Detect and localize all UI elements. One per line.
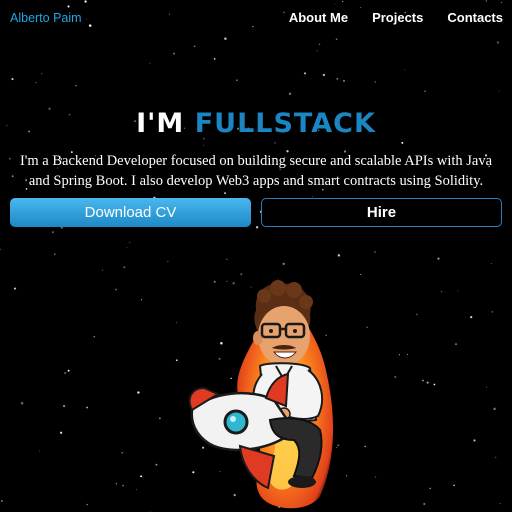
star bbox=[440, 290, 443, 293]
download-cv-button[interactable]: Download CV bbox=[10, 198, 251, 227]
headline-prefix: I'M bbox=[136, 108, 185, 139]
star bbox=[129, 242, 131, 244]
developer-riding-rocket-icon bbox=[188, 278, 334, 509]
star bbox=[64, 371, 67, 375]
star bbox=[394, 375, 397, 379]
nav-link-projects[interactable]: Projects bbox=[372, 10, 423, 25]
star bbox=[495, 456, 497, 459]
star bbox=[86, 406, 89, 409]
star bbox=[303, 72, 307, 75]
star bbox=[86, 503, 88, 506]
star bbox=[59, 431, 63, 434]
star bbox=[416, 313, 418, 316]
star bbox=[122, 485, 124, 487]
star bbox=[203, 144, 205, 146]
star bbox=[433, 383, 436, 386]
star bbox=[429, 487, 431, 490]
star bbox=[496, 41, 500, 44]
star bbox=[155, 463, 158, 466]
star bbox=[35, 82, 37, 84]
star bbox=[167, 260, 169, 262]
star bbox=[75, 85, 77, 87]
nav-links: About Me Projects Contacts bbox=[289, 10, 503, 25]
star bbox=[41, 73, 43, 75]
star bbox=[54, 253, 56, 255]
star bbox=[375, 476, 377, 478]
star bbox=[401, 141, 404, 144]
star bbox=[499, 502, 501, 505]
hire-button[interactable]: Hire bbox=[261, 198, 502, 227]
star bbox=[123, 266, 126, 269]
star bbox=[193, 45, 196, 48]
star bbox=[407, 354, 408, 356]
star bbox=[457, 290, 459, 292]
star bbox=[374, 81, 376, 83]
star bbox=[426, 381, 429, 384]
star bbox=[423, 502, 426, 506]
nav-link-about-me[interactable]: About Me bbox=[289, 10, 348, 25]
star bbox=[121, 451, 124, 454]
hero-description: I'm a Backend Developer focused on build… bbox=[19, 153, 493, 189]
brand-logo-text[interactable]: Alberto Paim bbox=[10, 11, 82, 25]
star bbox=[140, 299, 143, 301]
star bbox=[126, 246, 128, 248]
star bbox=[398, 354, 400, 356]
star bbox=[67, 369, 70, 372]
star bbox=[255, 226, 259, 229]
star bbox=[322, 73, 326, 77]
star bbox=[490, 262, 492, 264]
star bbox=[455, 343, 457, 345]
star bbox=[173, 52, 176, 55]
star bbox=[101, 269, 104, 271]
star bbox=[374, 251, 376, 253]
star bbox=[343, 80, 345, 82]
star bbox=[437, 257, 440, 260]
star bbox=[137, 391, 140, 394]
star bbox=[226, 258, 228, 260]
star bbox=[213, 57, 216, 60]
star bbox=[337, 254, 341, 257]
star bbox=[236, 79, 238, 82]
star bbox=[13, 287, 17, 290]
star bbox=[486, 386, 487, 388]
star bbox=[282, 262, 285, 265]
star bbox=[115, 288, 118, 291]
star bbox=[224, 192, 226, 194]
star bbox=[274, 142, 276, 144]
star bbox=[422, 379, 424, 382]
star bbox=[336, 77, 339, 80]
star bbox=[404, 69, 406, 71]
headline-accent: FULLSTACK bbox=[194, 108, 376, 139]
star bbox=[316, 50, 318, 52]
star bbox=[0, 248, 1, 251]
star bbox=[318, 43, 321, 45]
star bbox=[159, 417, 161, 420]
star bbox=[149, 62, 151, 64]
star bbox=[493, 407, 496, 411]
star bbox=[20, 401, 24, 405]
star bbox=[288, 92, 292, 95]
star bbox=[470, 315, 473, 319]
star bbox=[491, 311, 494, 313]
star bbox=[0, 500, 3, 502]
nav-link-contacts[interactable]: Contacts bbox=[447, 10, 503, 25]
star bbox=[424, 90, 426, 93]
star bbox=[473, 439, 476, 442]
top-navbar: Alberto Paim About Me Projects Contacts bbox=[0, 0, 512, 38]
star bbox=[62, 404, 66, 408]
star bbox=[498, 90, 500, 92]
star bbox=[11, 78, 14, 81]
star bbox=[335, 38, 338, 41]
hero-headline: I'M FULLSTACK bbox=[0, 108, 512, 139]
star bbox=[136, 489, 138, 491]
star bbox=[39, 450, 40, 452]
star bbox=[115, 483, 118, 485]
star bbox=[140, 475, 143, 478]
star bbox=[453, 484, 455, 487]
star bbox=[93, 336, 95, 338]
star bbox=[51, 231, 54, 234]
